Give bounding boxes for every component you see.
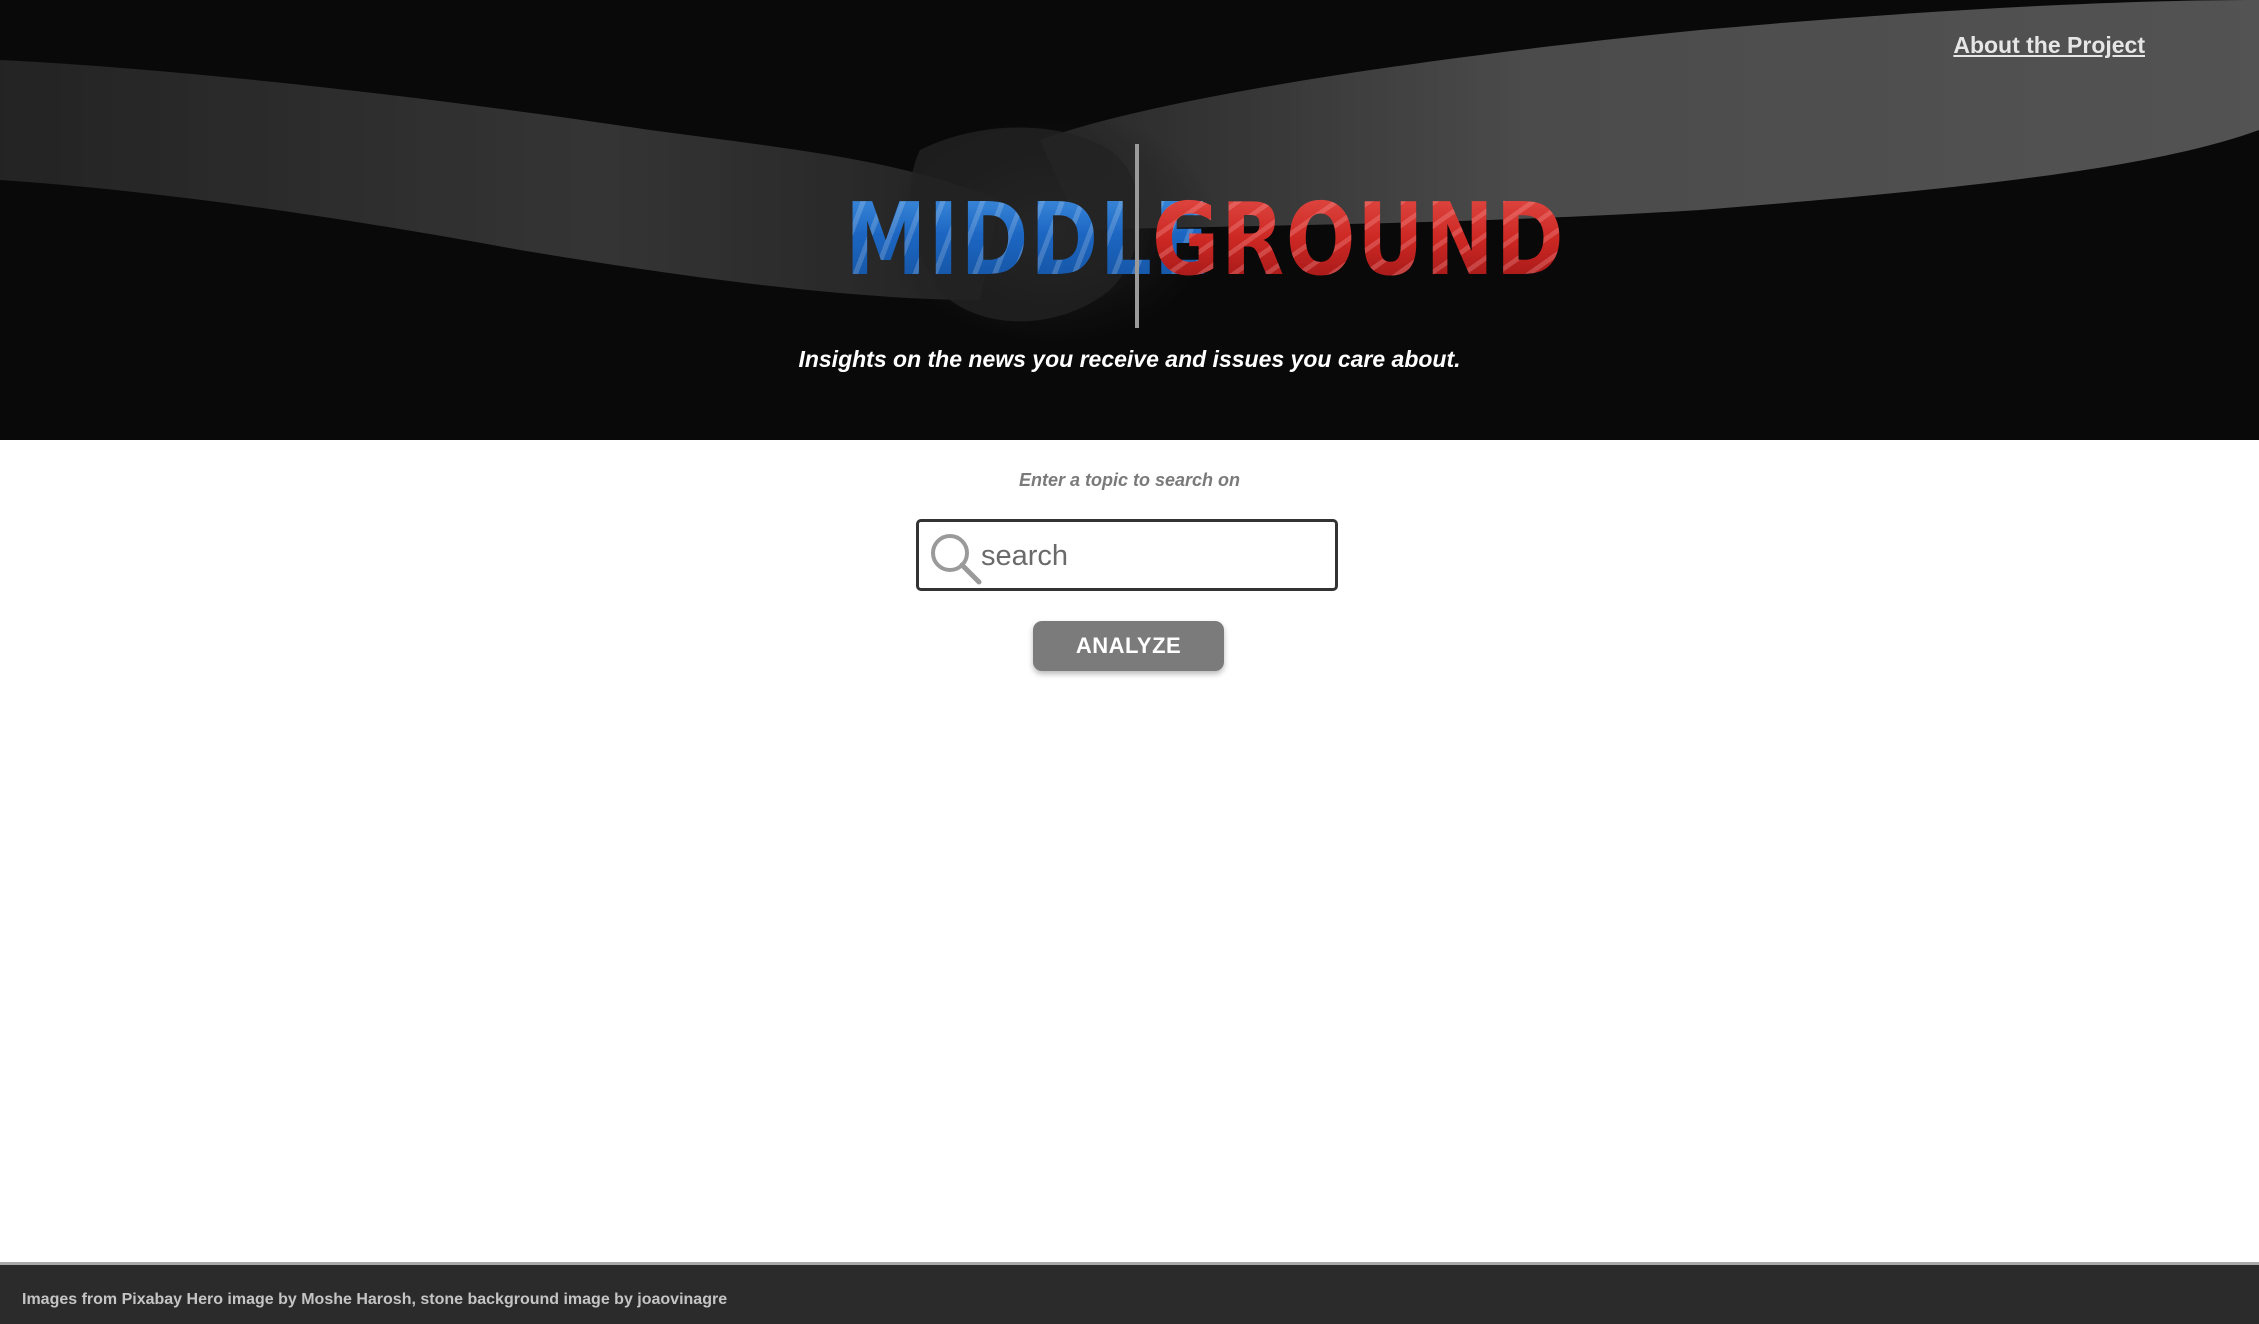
about-project-link[interactable]: About the Project [1953,32,2145,59]
middle-ground-logo: MIDDLE GROUND [840,144,1566,334]
page: About the Project MIDDLE GROUND Insights… [0,0,2259,1324]
analyze-button[interactable]: ANALYZE [1033,621,1224,671]
footer: Images from Pixabay Hero image by Moshe … [0,1262,2259,1324]
search-icon [931,534,982,585]
search-box[interactable] [916,519,1338,591]
search-prompt: Enter a topic to search on [1018,470,1241,490]
search-input[interactable] [979,532,1323,580]
footer-credits: Images from Pixabay Hero image by Moshe … [22,1291,728,1308]
hero-banner: About the Project MIDDLE GROUND Insights… [0,0,2259,440]
hero-tagline: Insights on the news you receive and iss… [798,346,1461,372]
logo-word-ground: GROUND [1152,181,1566,298]
logo-divider [1135,144,1139,328]
